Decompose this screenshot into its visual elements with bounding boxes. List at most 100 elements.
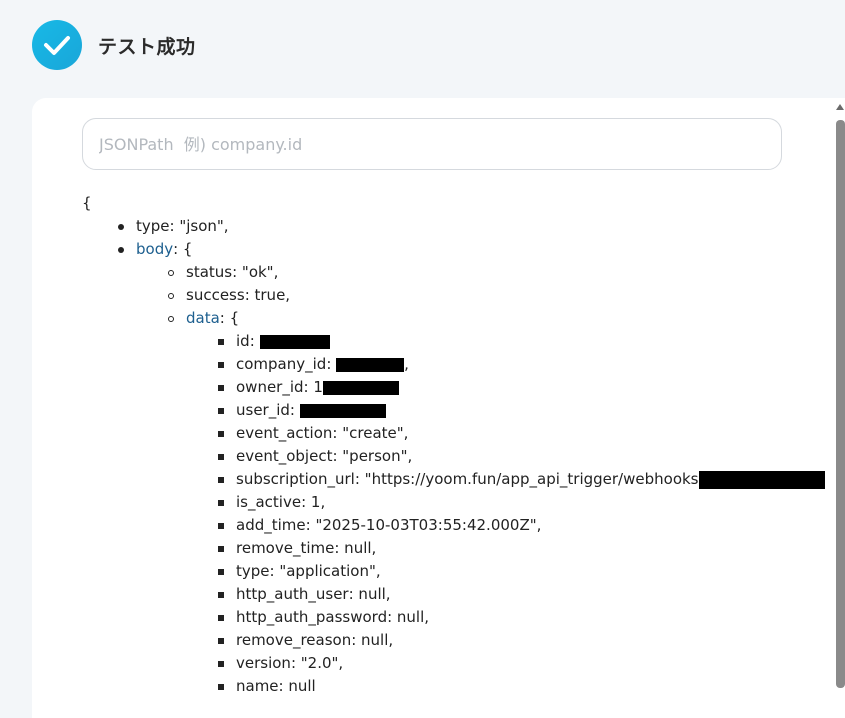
json-item-version: version : "2.0", (82, 652, 825, 675)
json-value: : { (173, 240, 193, 258)
json-tree: { type : "json", body : { status : "ok",… (82, 192, 825, 698)
json-value: : true, (244, 286, 291, 304)
json-item-subscription-url: subscription_url : "https://yoom.fun/app… (82, 468, 825, 491)
json-value: : null, (334, 539, 377, 557)
bullet-icon (218, 683, 224, 690)
json-value: : "create", (332, 424, 409, 442)
bullet-icon (218, 384, 224, 391)
json-key-body-toggle[interactable]: body (136, 238, 173, 261)
redacted-block (698, 470, 825, 489)
json-item-http-auth-user: http_auth_user : null, (82, 583, 825, 606)
json-root-list: type : "json", body : { status : "ok", s… (82, 215, 825, 698)
json-value: : (249, 332, 255, 350)
json-key: event_action (236, 424, 333, 442)
json-key: remove_reason (236, 631, 352, 649)
bullet-icon (218, 568, 224, 575)
bullet-icon (218, 338, 224, 345)
json-item-http-auth-password: http_auth_password : null, (82, 606, 825, 629)
json-item-type-application: type : "application", (82, 560, 825, 583)
json-key: http_auth_user (236, 585, 349, 603)
json-item-type: type : "json", (82, 215, 825, 238)
json-key: type (236, 562, 270, 580)
bullet-icon (218, 660, 224, 667)
json-item-name: name : null (82, 675, 825, 698)
json-key: name (236, 677, 279, 695)
bullet-icon (218, 614, 224, 621)
json-open-brace: { (82, 194, 92, 212)
json-key: id (236, 332, 250, 350)
redacted-block (322, 380, 399, 395)
bullet-icon (218, 453, 224, 460)
json-value: : { (219, 309, 240, 327)
redacted-block (336, 357, 405, 372)
json-key: version (236, 654, 291, 672)
json-value: : "2025-10-03T03:55:42.000Z", (305, 516, 542, 534)
json-value: : 1 (303, 378, 323, 396)
vertical-scrollbar[interactable] (836, 120, 845, 688)
json-key: owner_id (236, 378, 304, 396)
bullet-icon (218, 361, 224, 368)
json-key: type (136, 217, 170, 235)
json-value: : (289, 401, 295, 419)
json-value: : 1, (301, 493, 326, 511)
json-key: is_active (236, 493, 302, 511)
json-item-add-time: add_time : "2025-10-03T03:55:42.000Z", (82, 514, 825, 537)
json-value: : null (278, 677, 316, 695)
bullet-icon (168, 315, 174, 322)
json-item-event-object: event_object : "person", (82, 445, 825, 468)
json-value: : "ok", (232, 263, 279, 281)
json-value: : "json", (169, 217, 229, 235)
json-item-owner-id: owner_id : 1 (82, 376, 825, 399)
bullet-icon (118, 223, 124, 230)
bullet-icon (218, 499, 224, 506)
bullet-icon (218, 545, 224, 552)
json-item-event-action: event_action : "create", (82, 422, 825, 445)
json-key: company_id (236, 355, 327, 373)
json-item-user-id: user_id : (82, 399, 825, 422)
bullet-icon (218, 407, 224, 414)
bullet-icon (218, 430, 224, 437)
json-item-data: data : { (82, 307, 825, 330)
check-circle-icon (32, 20, 82, 70)
redacted-block (299, 403, 386, 418)
json-value: : (326, 355, 332, 373)
json-item-remove-reason: remove_reason : null, (82, 629, 825, 652)
bullet-icon (218, 637, 224, 644)
json-item-body: body : { (82, 238, 825, 261)
json-key: event_object (236, 447, 333, 465)
result-panel: { type : "json", body : { status : "ok",… (32, 98, 845, 718)
json-item-status: status : "ok", (82, 261, 825, 284)
json-key: remove_time (236, 539, 335, 557)
json-value: : null, (351, 631, 394, 649)
redacted-block (259, 334, 330, 349)
bullet-icon (168, 292, 174, 299)
json-key: user_id (236, 401, 290, 419)
json-item-id: id : (82, 330, 825, 353)
bullet-icon (118, 246, 124, 253)
json-item-success: success : true, (82, 284, 825, 307)
scroll-up-arrow-icon[interactable] (836, 104, 844, 110)
test-result-header: テスト成功 (32, 20, 196, 70)
json-comma: , (404, 355, 409, 373)
header-title: テスト成功 (98, 35, 196, 58)
json-item-remove-time: remove_time : null, (82, 537, 825, 560)
bullet-icon (168, 269, 174, 276)
bullet-icon (218, 522, 224, 529)
bullet-icon (218, 591, 224, 598)
json-key-data-toggle[interactable]: data (186, 307, 220, 330)
json-value: : null, (348, 585, 391, 603)
jsonpath-search-input[interactable] (82, 118, 782, 170)
json-key: subscription_url (236, 470, 355, 488)
json-item-company-id: company_id : , (82, 353, 825, 376)
json-key: http_auth_password (236, 608, 388, 626)
json-value: : "https://yoom.fun/app_api_trigger/webh… (354, 470, 699, 488)
json-value: : null, (387, 608, 430, 626)
json-value: : "person", (332, 447, 413, 465)
json-value: : "2.0", (290, 654, 344, 672)
json-value: : "application", (269, 562, 381, 580)
json-item-is-active: is_active : 1, (82, 491, 825, 514)
json-key: status (186, 263, 233, 281)
json-key: success (186, 286, 245, 304)
json-key: add_time (236, 516, 306, 534)
bullet-icon (218, 476, 224, 483)
